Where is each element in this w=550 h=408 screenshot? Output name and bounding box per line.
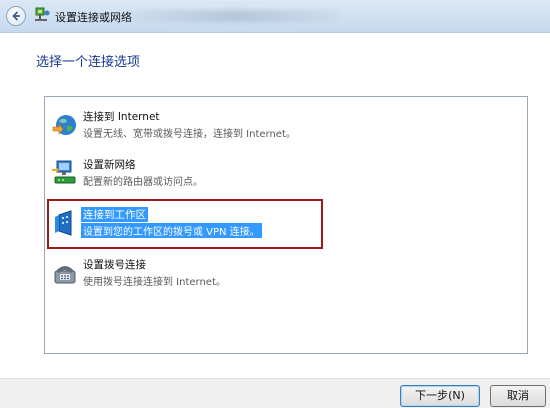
next-button[interactable]: 下一步(N) — [400, 385, 480, 407]
page-heading: 选择一个连接选项 — [36, 55, 141, 70]
option-setup-network[interactable]: 设置新网络 配置新的路由器或访问点。 — [45, 155, 527, 191]
back-button[interactable] — [6, 6, 26, 26]
network-setup-icon — [52, 160, 76, 184]
option-title: 设置拨号连接 — [83, 259, 146, 271]
option-title: 设置新网络 — [83, 159, 136, 171]
option-setup-dialup[interactable]: 设置拨号连接 使用拨号连接连接到 Internet。 — [45, 255, 527, 291]
blurred-title-region — [130, 10, 340, 22]
connection-options-list: 连接到 Internet 设置无线、宽带或拨号连接，连接到 Internet。 … — [44, 96, 528, 354]
workplace-icon — [55, 210, 72, 236]
option-description: 使用拨号连接连接到 Internet。 — [83, 277, 226, 288]
globe-icon — [52, 115, 76, 135]
option-title: 连接到工作区 — [81, 207, 148, 222]
network-icon — [35, 7, 50, 21]
option-description: 设置到您的工作区的拨号或 VPN 连接。 — [81, 223, 262, 238]
option-title: 连接到 Internet — [83, 111, 160, 123]
window-title: 设置连接或网络 — [55, 11, 132, 24]
option-connect-workplace[interactable]: 连接到工作区 设置到您的工作区的拨号或 VPN 连接。 — [45, 205, 527, 241]
dialup-phone-icon — [54, 266, 76, 284]
cancel-button[interactable]: 取消 — [490, 385, 546, 407]
title-bar: 设置连接或网络 — [0, 0, 550, 33]
option-description: 设置无线、宽带或拨号连接，连接到 Internet。 — [83, 129, 296, 140]
back-arrow-icon — [12, 11, 20, 21]
option-connect-internet[interactable]: 连接到 Internet 设置无线、宽带或拨号连接，连接到 Internet。 — [45, 107, 527, 143]
option-description: 配置新的路由器或访问点。 — [83, 177, 203, 188]
